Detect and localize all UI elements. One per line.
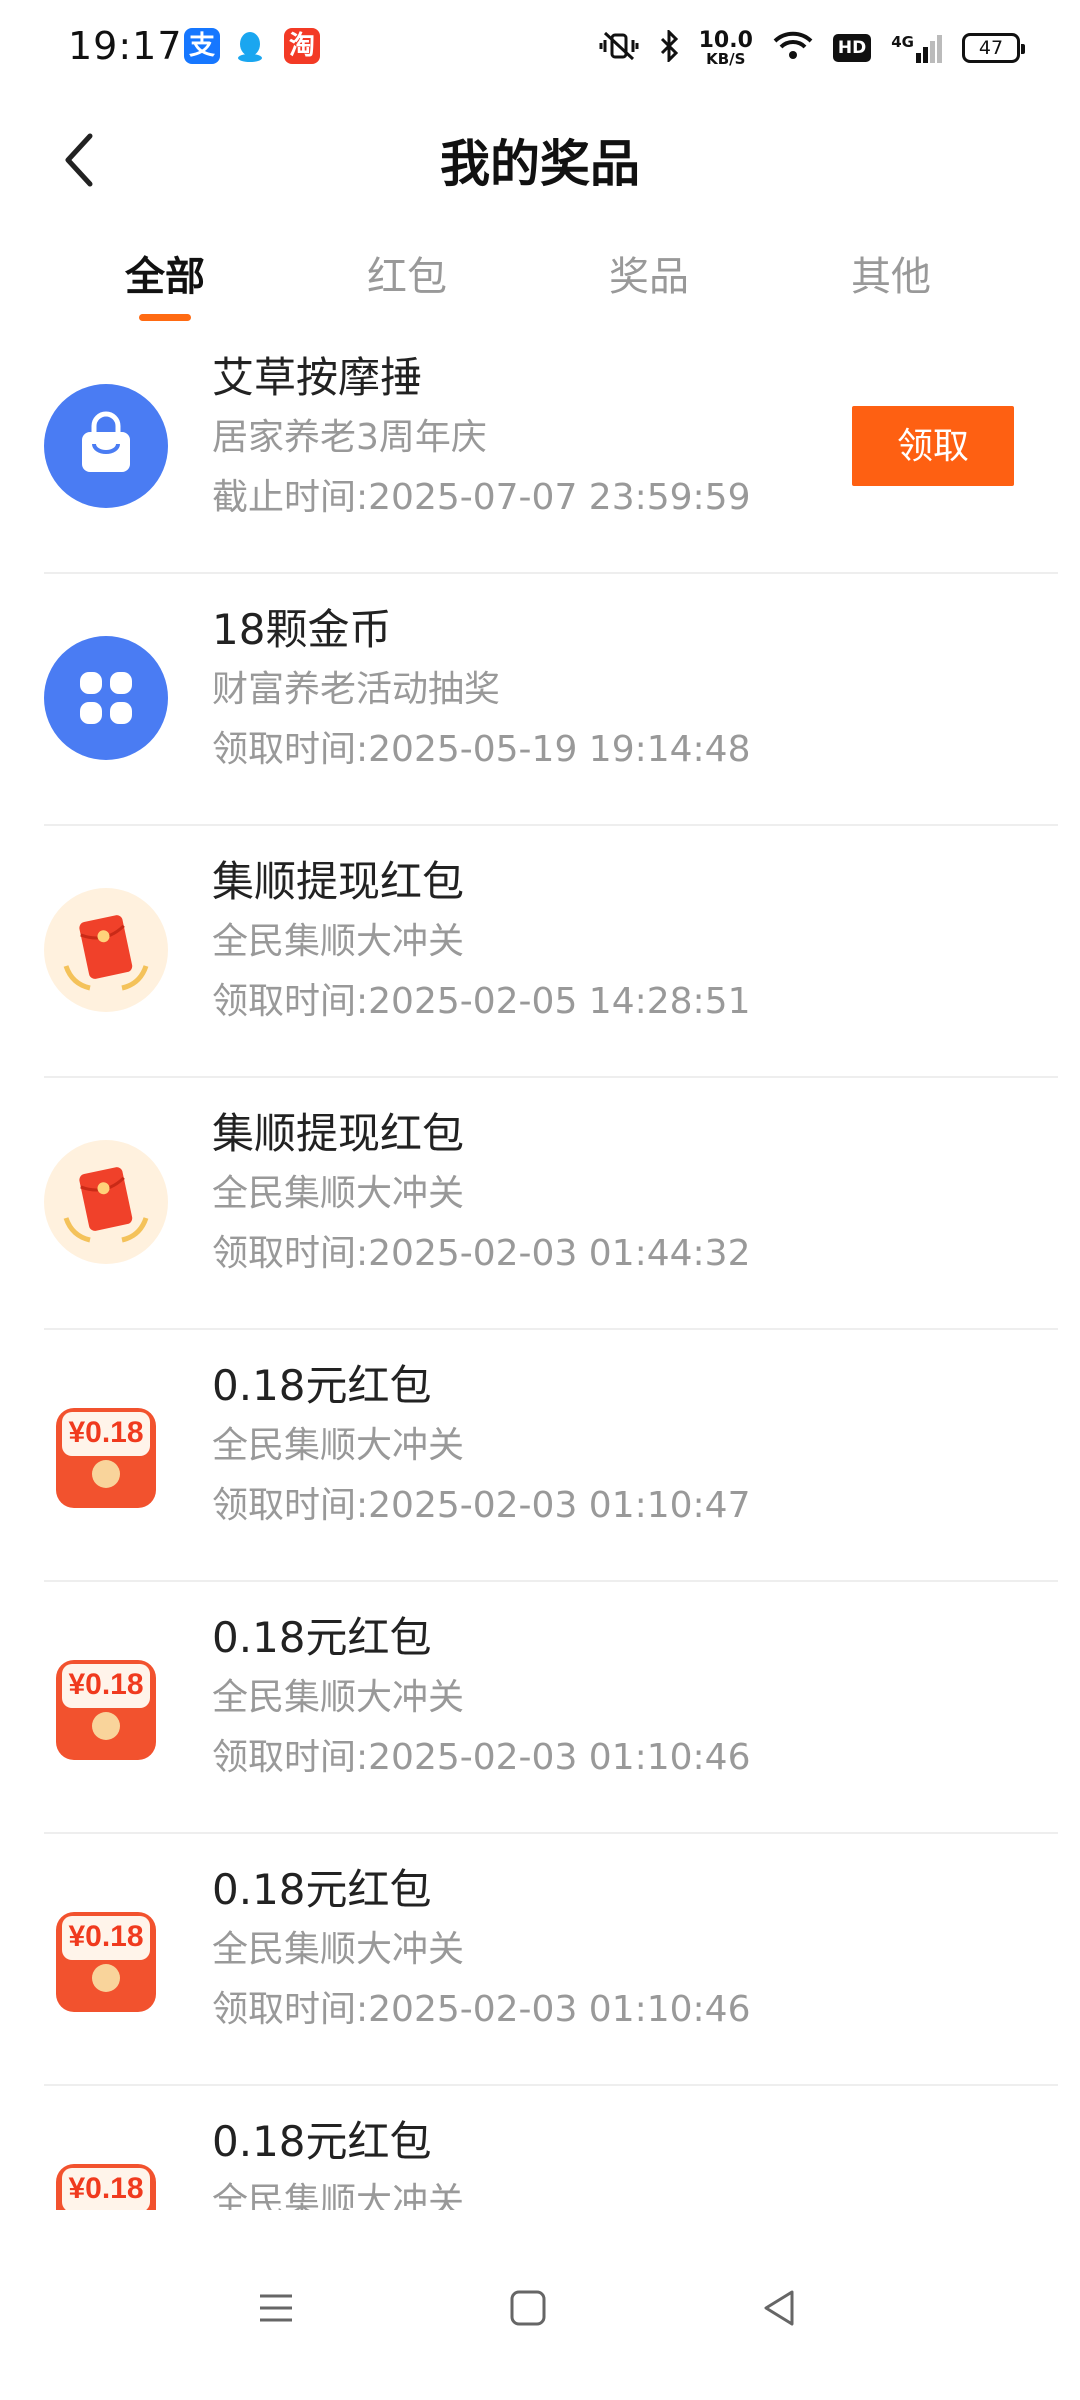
list-item[interactable]: ¥0.18 0.18元红包 全民集顺大冲关 领取时间:2025-02-03 01…	[44, 1834, 1058, 2086]
prize-time: 领取时间:2025-02-03 01:10:46	[212, 1737, 751, 1778]
status-indicators: 10.0 KB/S HD 4G 47	[599, 26, 1025, 70]
svg-text:¥0.18: ¥0.18	[68, 2172, 143, 2205]
prize-time: 领取时间:2025-02-03 01:10:47	[212, 1485, 751, 1526]
page-title: 我的奖品	[440, 135, 640, 193]
alipay-icon: 支	[184, 28, 220, 64]
prize-source: 财富养老活动抽奖	[212, 669, 501, 710]
list-item[interactable]: 集顺提现红包 全民集顺大冲关 领取时间:2025-02-03 01:44:32	[44, 1078, 1058, 1330]
prize-source: 全民集顺大冲关	[212, 1929, 465, 1970]
signal-icon: 4G	[891, 33, 942, 63]
bag-icon	[44, 384, 168, 508]
red-packet-018-icon: ¥0.18	[44, 2148, 168, 2210]
tab-all[interactable]: 全部	[44, 230, 286, 330]
prize-time: 截止时间:2025-07-07 23:59:59	[212, 477, 751, 518]
list-item[interactable]: 集顺提现红包 全民集顺大冲关 领取时间:2025-02-05 14:28:51	[44, 826, 1058, 1078]
prize-source: 全民集顺大冲关	[212, 1173, 465, 1214]
taobao-icon: 淘	[284, 28, 320, 64]
battery-indicator: 47	[962, 33, 1025, 63]
vibrate-icon	[599, 31, 639, 65]
claim-button[interactable]: 领取	[852, 406, 1014, 486]
header: 我的奖品	[0, 110, 1080, 210]
svg-text:¥0.18: ¥0.18	[68, 1668, 143, 1701]
tab-prizes[interactable]: 奖品	[528, 230, 770, 330]
prize-title: 集顺提现红包	[212, 1109, 465, 1158]
svg-text:¥0.18: ¥0.18	[68, 1920, 143, 1953]
prize-source: 全民集顺大冲关	[212, 2181, 465, 2210]
prize-source: 居家养老3周年庆	[212, 417, 487, 458]
status-time: 19:17	[68, 24, 183, 68]
prize-source: 全民集顺大冲关	[212, 1677, 465, 1718]
list-item[interactable]: 艾草按摩捶 居家养老3周年庆 截止时间:2025-07-07 23:59:59 …	[44, 322, 1058, 574]
prize-title: 0.18元红包	[212, 1865, 432, 1914]
wifi-icon	[773, 31, 813, 65]
tab-other[interactable]: 其他	[770, 230, 1012, 330]
prize-source: 全民集顺大冲关	[212, 1425, 465, 1466]
tab-red-envelope[interactable]: 红包	[286, 230, 528, 330]
qq-icon	[232, 28, 268, 64]
status-bar: 19:17 支 淘 10.0 KB/S HD 4G 47	[0, 0, 1080, 96]
prize-time: 领取时间:2025-02-03 01:10:46	[212, 1989, 751, 2030]
prize-title: 集顺提现红包	[212, 857, 465, 906]
tab-bar: 全部 红包 奖品 其他	[0, 230, 1080, 330]
prize-title: 0.18元红包	[212, 2117, 432, 2166]
hd-badge: HD	[832, 34, 872, 62]
prize-time: 领取时间:2025-02-03 01:44:32	[212, 1233, 751, 1274]
prize-title: 0.18元红包	[212, 1613, 432, 1662]
list-item[interactable]: ¥0.18 0.18元红包 全民集顺大冲关 领取时间:2025-02-03 01…	[44, 1582, 1058, 1834]
bluetooth-icon	[659, 28, 679, 66]
list-item[interactable]: ¥0.18 0.18元红包 全民集顺大冲关	[44, 2086, 1058, 2210]
prize-time: 领取时间:2025-05-19 19:14:48	[212, 729, 751, 770]
menu-icon[interactable]	[246, 2278, 306, 2338]
screen: 19:17 支 淘 10.0 KB/S HD 4G 47 我的奖品 全部 红包 …	[0, 0, 1080, 2400]
red-packet-018-icon: ¥0.18	[44, 1644, 168, 1768]
grid-icon	[44, 636, 168, 760]
list-item[interactable]: 18颗金币 财富养老活动抽奖 领取时间:2025-05-19 19:14:48	[44, 574, 1058, 826]
svg-text:¥0.18: ¥0.18	[68, 1416, 143, 1449]
prize-title: 0.18元红包	[212, 1361, 432, 1410]
prize-title: 18颗金币	[212, 605, 392, 654]
network-speed: 10.0 KB/S	[698, 27, 753, 68]
system-nav-bar	[0, 2210, 1080, 2400]
red-packet-018-icon: ¥0.18	[44, 1392, 168, 1516]
list-item[interactable]: ¥0.18 0.18元红包 全民集顺大冲关 领取时间:2025-02-03 01…	[44, 1330, 1058, 1582]
red-envelope-icon	[44, 1140, 168, 1264]
prize-list: 艾草按摩捶 居家养老3周年庆 截止时间:2025-07-07 23:59:59 …	[0, 322, 1080, 2210]
red-packet-018-icon: ¥0.18	[44, 1896, 168, 2020]
back-icon[interactable]	[750, 2278, 810, 2338]
prize-title: 艾草按摩捶	[212, 353, 423, 402]
home-icon[interactable]	[498, 2278, 558, 2338]
prize-time: 领取时间:2025-02-05 14:28:51	[212, 981, 751, 1022]
prize-source: 全民集顺大冲关	[212, 921, 465, 962]
red-envelope-icon	[44, 888, 168, 1012]
